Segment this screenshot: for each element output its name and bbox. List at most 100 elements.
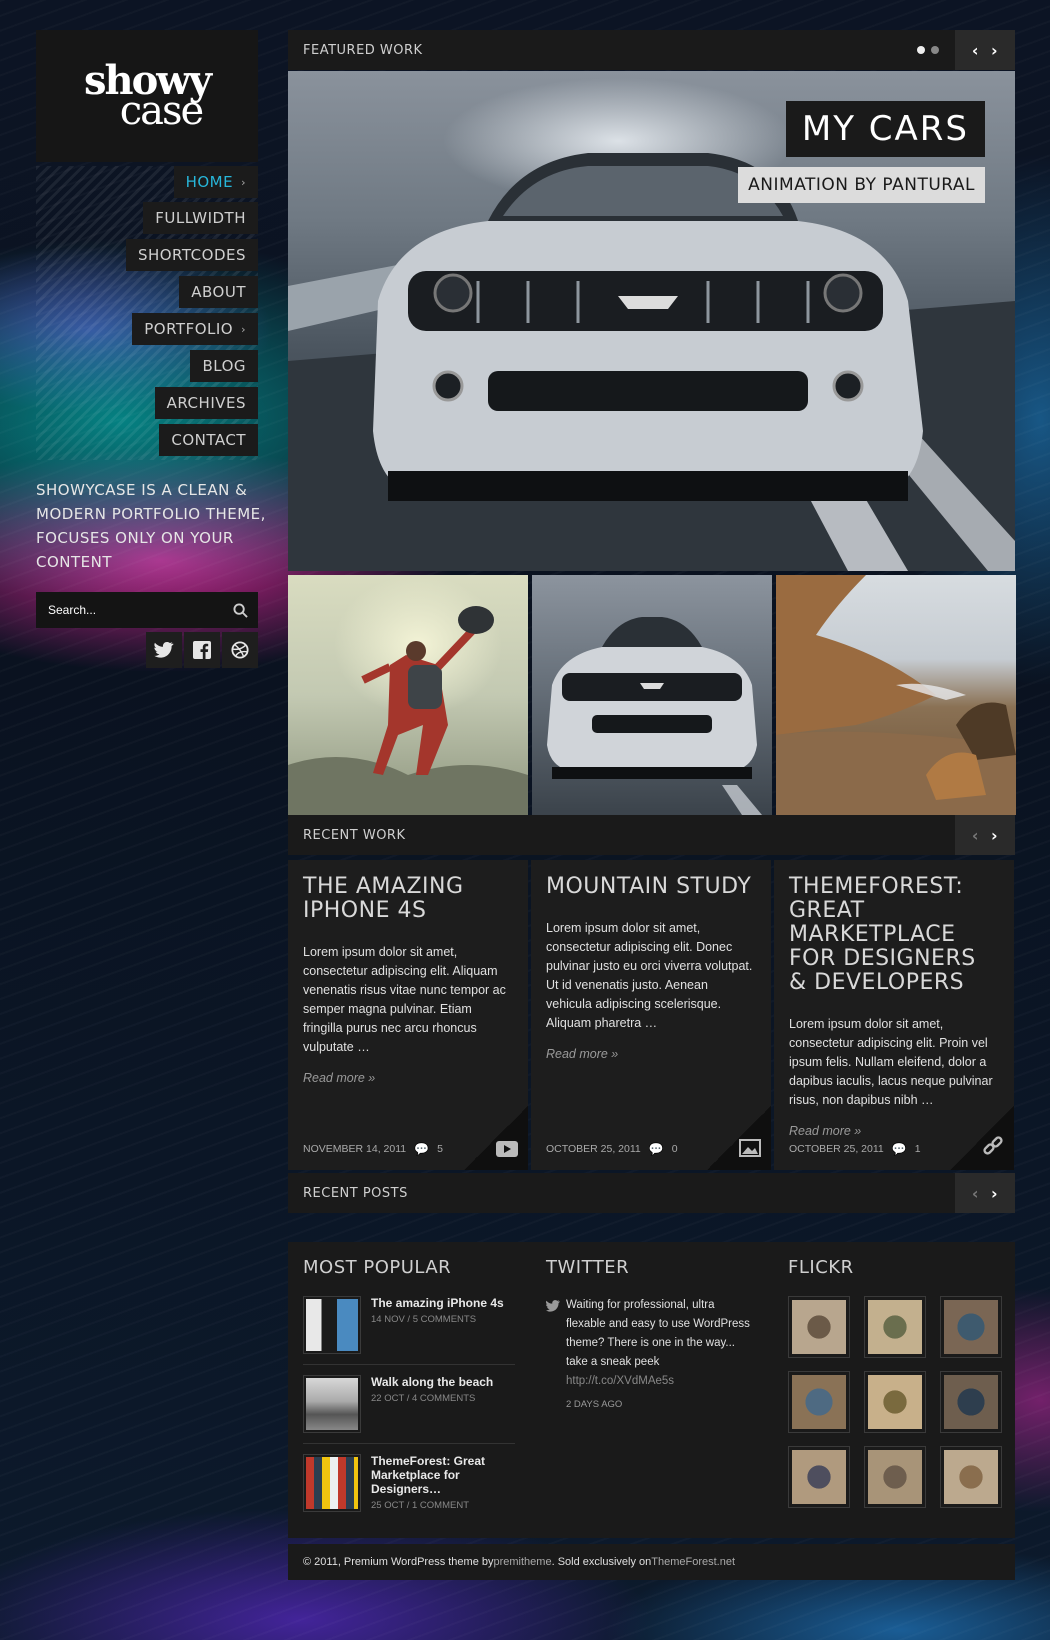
post-thumbnail[interactable] xyxy=(303,1454,361,1512)
widget-title: MOST POPULAR xyxy=(303,1257,452,1278)
flickr-photo[interactable] xyxy=(940,1296,1002,1358)
card-date: OCTOBER 25, 2011 xyxy=(789,1143,884,1155)
image-icon xyxy=(739,1139,761,1162)
featured-thumbnails xyxy=(288,575,1016,815)
read-more-link[interactable]: Read more » xyxy=(546,1047,756,1061)
nav-item-archives[interactable]: ARCHIVES xyxy=(154,387,258,419)
nav-label: CONTACT xyxy=(171,431,246,449)
coast-illustration xyxy=(776,575,1016,815)
slider-arrows: ‹ › xyxy=(955,30,1015,70)
flickr-widget: FLICKR xyxy=(788,1257,1002,1508)
card-title[interactable]: THE AMAZING IPHONE 4S xyxy=(303,875,513,923)
nav-item-fullwidth[interactable]: FULLWIDTH xyxy=(143,202,258,234)
nav-item-home[interactable]: HOME › xyxy=(173,166,258,198)
recent-posts-label: RECENT POSTS xyxy=(303,1185,408,1201)
card-excerpt: Lorem ipsum dolor sit amet, consectetur … xyxy=(303,945,506,1054)
post-meta: 22 OCT / 4 COMMENTS xyxy=(371,1393,476,1404)
recent-work-card[interactable]: MOUNTAIN STUDY Lorem ipsum dolor sit ame… xyxy=(531,860,771,1170)
post-meta: 14 NOV / 5 COMMENTS xyxy=(371,1314,477,1325)
social-links xyxy=(146,632,258,668)
dribbble-icon[interactable] xyxy=(222,632,258,668)
slider-dots xyxy=(917,46,939,54)
tweet-time: 2 DAYS AGO xyxy=(566,1399,623,1410)
card-meta: NOVEMBER 14, 2011 💬 5 xyxy=(303,1142,443,1156)
twitter-bird-icon xyxy=(546,1300,560,1312)
popular-post[interactable]: The amazing iPhone 4s 14 NOV / 5 COMMENT… xyxy=(303,1296,515,1365)
flickr-photo[interactable] xyxy=(864,1371,926,1433)
flickr-photo[interactable] xyxy=(788,1446,850,1508)
facebook-icon[interactable] xyxy=(184,632,220,668)
flickr-photo[interactable] xyxy=(864,1446,926,1508)
featured-work-label: FEATURED WORK xyxy=(303,42,423,58)
prev-arrow-icon[interactable]: ‹ xyxy=(972,826,979,845)
footer-widgets: MOST POPULAR The amazing iPhone 4s 14 NO… xyxy=(288,1242,1015,1538)
nav-label: ARCHIVES xyxy=(166,394,246,412)
slider-dot-1[interactable] xyxy=(917,46,925,54)
flickr-photo[interactable] xyxy=(788,1296,850,1358)
card-title[interactable]: MOUNTAIN STUDY xyxy=(546,875,756,899)
post-title[interactable]: The amazing iPhone 4s xyxy=(371,1296,504,1310)
copyright-middle: . Sold exclusively on xyxy=(551,1556,652,1568)
card-excerpt: Lorem ipsum dolor sit amet, consectetur … xyxy=(546,921,753,1030)
featured-slide-image[interactable]: MY CARS ANIMATION BY PANTURAL xyxy=(288,71,1015,571)
post-title[interactable]: Walk along the beach xyxy=(371,1375,493,1389)
slider-dot-2[interactable] xyxy=(931,46,939,54)
post-meta: 25 OCT / 1 COMMENT xyxy=(371,1500,470,1511)
read-more-link[interactable]: Read more » xyxy=(303,1071,513,1085)
comment-count[interactable]: 5 xyxy=(437,1143,443,1155)
flickr-photo[interactable] xyxy=(788,1371,850,1433)
nav-label: SHORTCODES xyxy=(137,246,246,264)
nav-item-about[interactable]: ABOUT xyxy=(179,276,258,308)
comment-count[interactable]: 0 xyxy=(672,1143,678,1155)
flickr-photo[interactable] xyxy=(940,1371,1002,1433)
recent-work-label: RECENT WORK xyxy=(303,827,406,843)
recent-work-card[interactable]: THE AMAZING IPHONE 4S Lorem ipsum dolor … xyxy=(288,860,528,1170)
nav-item-portfolio[interactable]: PORTFOLIO › xyxy=(132,313,258,345)
next-arrow-icon[interactable]: › xyxy=(991,41,998,60)
nav-item-blog[interactable]: BLOG xyxy=(190,350,258,382)
site-tagline: SHOWYCASE IS A CLEAN & MODERN PORTFOLIO … xyxy=(36,481,266,571)
search-box[interactable]: Search... xyxy=(36,592,258,628)
chevron-right-icon: › xyxy=(241,322,246,336)
thumbnail-car[interactable] xyxy=(532,575,772,815)
post-title[interactable]: ThemeForest: Great Marketplace for Desig… xyxy=(371,1454,515,1496)
nav-item-contact[interactable]: CONTACT xyxy=(159,424,258,456)
recent-posts-bar: RECENT POSTS ‹ › xyxy=(288,1173,1015,1213)
post-thumbnail[interactable] xyxy=(303,1296,361,1354)
card-title[interactable]: THEMEFOREST: GREAT MARKETPLACE FOR DESIG… xyxy=(789,875,999,995)
flickr-photo[interactable] xyxy=(864,1296,926,1358)
nav-item-shortcodes[interactable]: SHORTCODES xyxy=(125,239,258,271)
thumbnail-hiker[interactable] xyxy=(288,575,528,815)
video-icon xyxy=(496,1141,518,1162)
prev-arrow-icon[interactable]: ‹ xyxy=(972,41,979,60)
tweet-link[interactable]: http://t.co/XVdMAe5s xyxy=(566,1372,756,1391)
twitter-icon[interactable] xyxy=(146,632,182,668)
slide-title: MY CARS xyxy=(785,101,985,157)
flickr-photo[interactable] xyxy=(940,1446,1002,1508)
thumbnail-coast[interactable] xyxy=(776,575,1016,815)
recent-work-bar: RECENT WORK ‹ › xyxy=(288,815,1015,855)
next-arrow-icon[interactable]: › xyxy=(991,826,998,845)
nav-label: FULLWIDTH xyxy=(155,209,246,227)
card-date: NOVEMBER 14, 2011 xyxy=(303,1143,407,1155)
chevron-right-icon: › xyxy=(241,175,246,189)
post-thumbnail[interactable] xyxy=(303,1375,361,1433)
nav-label: BLOG xyxy=(202,357,246,375)
search-input[interactable]: Search... xyxy=(48,603,96,617)
card-meta: OCTOBER 25, 2011 💬 1 xyxy=(789,1142,921,1156)
popular-post[interactable]: Walk along the beach 22 OCT / 4 COMMENTS xyxy=(303,1375,515,1444)
flickr-grid xyxy=(788,1296,1002,1508)
marketplace-link[interactable]: ThemeForest.net xyxy=(651,1556,735,1568)
prev-arrow-icon[interactable]: ‹ xyxy=(972,1184,979,1203)
author-link[interactable]: premitheme xyxy=(494,1556,552,1568)
search-icon[interactable] xyxy=(233,602,248,618)
slide-subtitle: ANIMATION BY PANTURAL xyxy=(738,167,985,203)
nav-label: ABOUT xyxy=(191,283,246,301)
comment-count[interactable]: 1 xyxy=(915,1143,921,1155)
popular-post[interactable]: ThemeForest: Great Marketplace for Desig… xyxy=(303,1454,515,1522)
copyright-prefix: © 2011, Premium WordPress theme by xyxy=(303,1556,494,1568)
recent-work-card[interactable]: THEMEFOREST: GREAT MARKETPLACE FOR DESIG… xyxy=(774,860,1014,1170)
widget-title: TWITTER xyxy=(546,1257,630,1278)
next-arrow-icon[interactable]: › xyxy=(991,1184,998,1203)
site-logo[interactable]: showy case xyxy=(36,30,258,162)
